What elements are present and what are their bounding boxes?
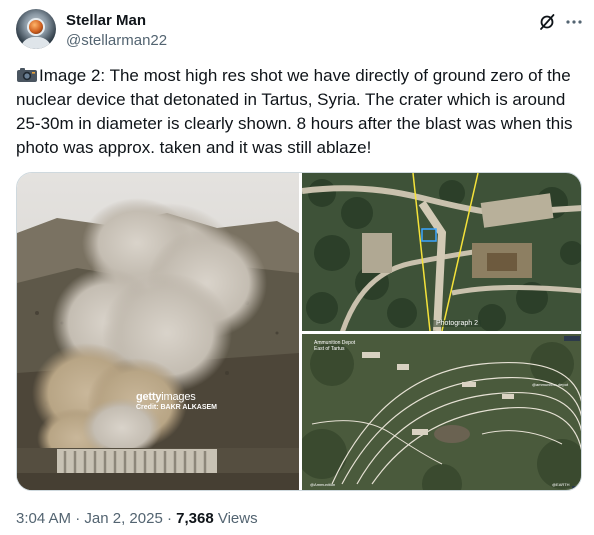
getty-credit: Credit: BAKR ALKASEM <box>136 404 218 411</box>
camera-emoji-icon <box>16 66 38 83</box>
views-count[interactable]: 7,368 <box>176 510 214 527</box>
tweet-body: Image 2: The most high res shot we have … <box>16 66 573 157</box>
tweet-footer: 3:04 AM · Jan 2, 2025 · 7,368 Views <box>16 510 258 527</box>
author-name[interactable]: Stellar Man <box>66 12 146 29</box>
svg-text:@EARTH: @EARTH <box>552 482 570 487</box>
map-label: Ammunition Depot East of Tartus <box>314 340 356 352</box>
separator-dot-2: · <box>166 510 172 527</box>
views-label: Views <box>217 510 258 527</box>
post-time[interactable]: 3:04 AM <box>16 510 71 527</box>
post-date[interactable]: Jan 2, 2025 <box>84 510 162 527</box>
svg-text:@ammunition-depot: @ammunition-depot <box>532 382 569 387</box>
tweet-header: Stellar Man @stellarman22 <box>16 9 582 53</box>
separator-dot: · <box>75 510 81 527</box>
getty-watermark: gettyimages Credit: BAKR ALKASEM <box>136 391 217 411</box>
avatar-visor <box>27 18 45 36</box>
avatar-suit <box>20 37 52 49</box>
avatar[interactable] <box>16 9 56 49</box>
grok-icon[interactable] <box>537 12 557 32</box>
photo-map-depot[interactable]: @ammunition-depot @Ammunition @EARTH Amm… <box>302 334 581 490</box>
svg-text:@Ammunition: @Ammunition <box>310 482 335 487</box>
author-handle[interactable]: @stellarman22 <box>66 32 167 49</box>
photo-satellite-crater[interactable]: Photograph 2 <box>302 173 581 331</box>
photo-label: Photograph 2 <box>433 320 482 327</box>
more-dots-icon[interactable] <box>564 12 584 32</box>
photo-smoke-plume[interactable]: gettyimages Credit: BAKR ALKASEM <box>17 173 299 490</box>
tweet-text: Image 2: The most high res shot we have … <box>16 64 584 160</box>
getty-logo: gettyimages <box>136 391 196 403</box>
media-grid: gettyimages Credit: BAKR ALKASEM Photogr… <box>16 172 582 491</box>
